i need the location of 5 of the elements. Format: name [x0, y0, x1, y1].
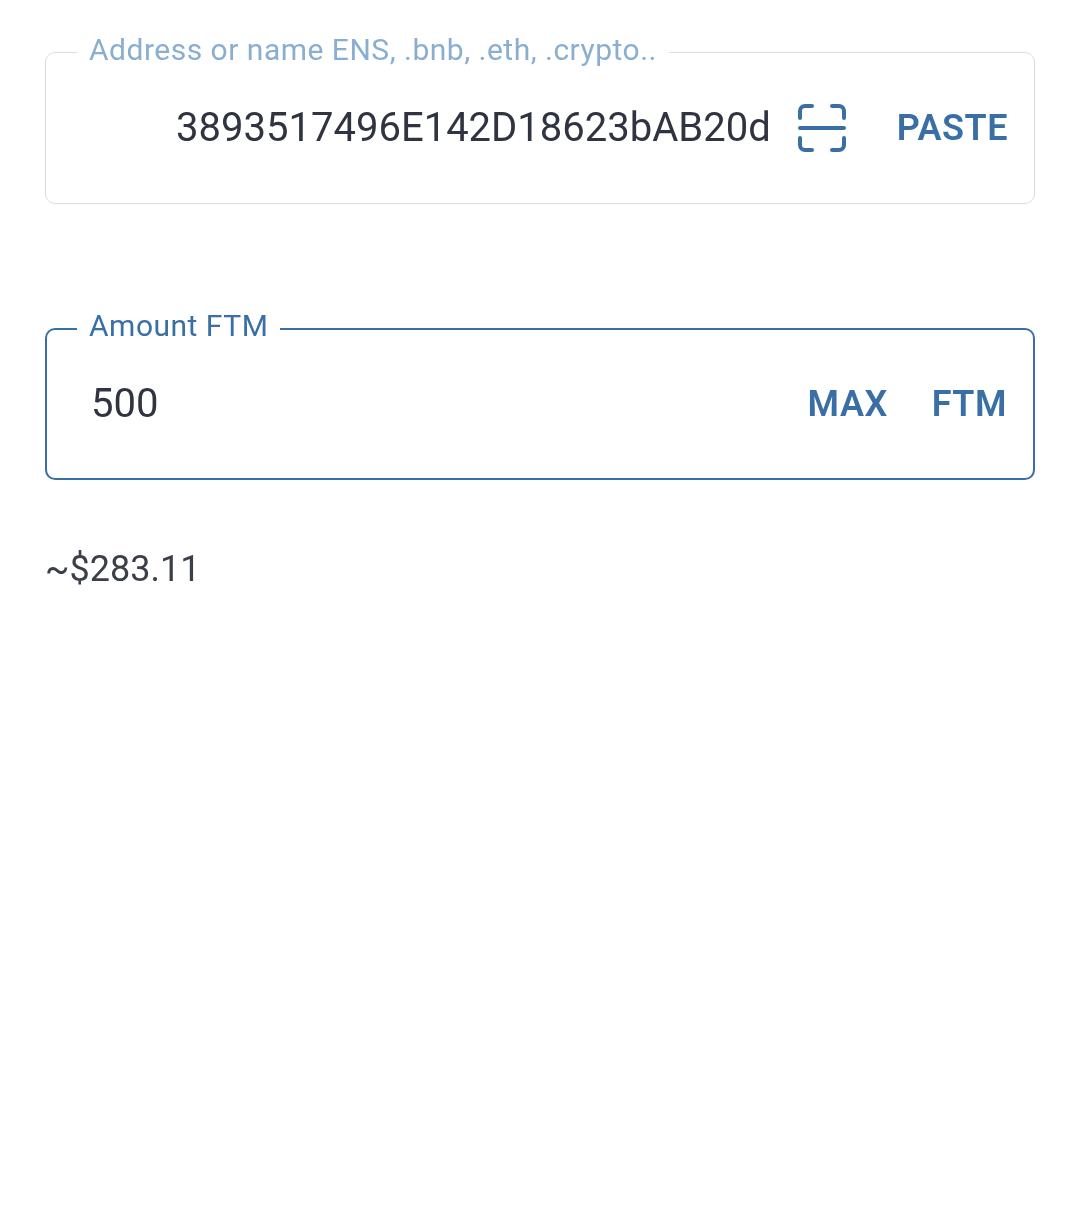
paste-button[interactable]: PASTE [896, 101, 1008, 155]
fiat-value: ~$283.11 [45, 547, 201, 592]
amount-action-button[interactable]: FTM [931, 377, 1007, 431]
amount-action-button[interactable]: MAX [807, 377, 888, 431]
scan-icon[interactable] [796, 103, 847, 153]
